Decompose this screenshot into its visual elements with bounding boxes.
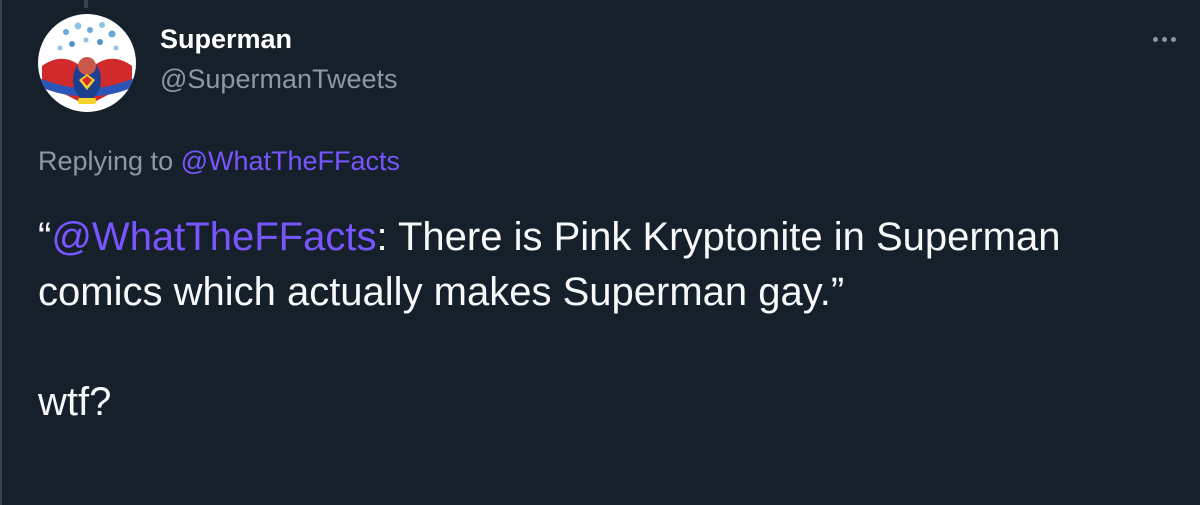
superman-avatar-icon[interactable]: [38, 14, 136, 112]
author-display-name[interactable]: Superman: [160, 22, 398, 56]
author-handle[interactable]: @SupermanTweets: [160, 62, 398, 96]
replying-to-mention-link[interactable]: @WhatTheFFacts: [181, 146, 400, 176]
tweet-text-paragraph-2: wtf?: [38, 380, 112, 424]
more-horizontal-icon[interactable]: [1142, 22, 1186, 56]
tweet-text: “@WhatTheFFacts: There is Pink Kryptonit…: [38, 210, 1168, 430]
tweet-text-paragraph-1: “@WhatTheFFacts: There is Pink Kryptonit…: [38, 210, 1168, 320]
author-names: Superman @SupermanTweets: [160, 22, 398, 96]
tweet-mention-link[interactable]: @WhatTheFFacts: [51, 215, 376, 259]
tweet: Superman @SupermanTweets Replying to @Wh…: [0, 0, 1200, 505]
thread-connector-line: [84, 0, 88, 8]
replying-to-label: Replying to: [38, 146, 181, 176]
open-quote: “: [38, 215, 52, 259]
replying-to-line: Replying to @WhatTheFFacts: [38, 143, 400, 179]
